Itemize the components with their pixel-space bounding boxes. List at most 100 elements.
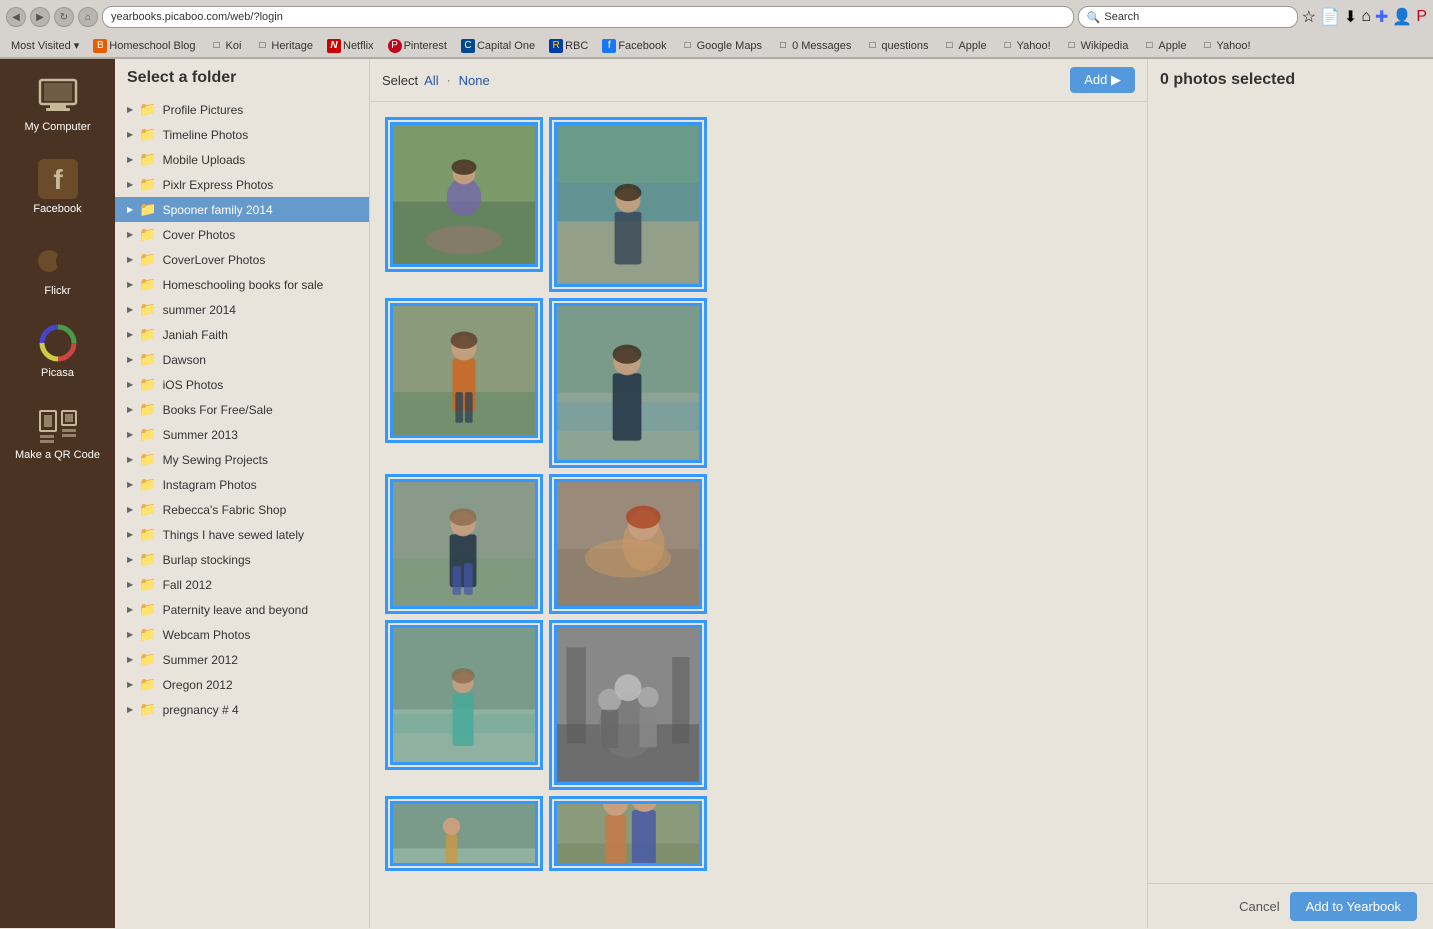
photo-thumb-3[interactable] — [390, 303, 538, 438]
photo-grid-area[interactable] — [370, 102, 1147, 928]
maps-icon: □ — [681, 39, 695, 53]
reload-button[interactable]: ↻ — [54, 7, 74, 27]
select-all-link[interactable]: All — [424, 73, 438, 88]
bookmark-yahoo[interactable]: □ Yahoo! — [996, 38, 1056, 54]
bookmark-messages[interactable]: □ 0 Messages — [771, 38, 856, 54]
add-button[interactable]: Add ▶ — [1070, 67, 1135, 93]
bookmark-apple2[interactable]: □ Apple — [1137, 38, 1191, 54]
folder-icon: 📁 — [139, 651, 156, 668]
folder-arrow: ▶ — [127, 455, 133, 464]
folder-arrow: ▶ — [127, 205, 133, 214]
select-label: Select — [382, 73, 418, 88]
bookmark-capital[interactable]: C Capital One — [456, 38, 540, 54]
folder-item-spooner[interactable]: ▶ 📁 Spooner family 2014 — [115, 197, 369, 222]
folder-item-instagram[interactable]: ▶ 📁 Instagram Photos — [115, 472, 369, 497]
home-nav-icon[interactable]: ⌂ — [1361, 8, 1371, 26]
profile-icon[interactable]: 👤 — [1392, 7, 1412, 27]
sidebar-item-facebook[interactable]: f Facebook — [0, 151, 115, 223]
bookmark-netflix[interactable]: N Netflix — [322, 38, 379, 54]
folder-item-summer2013[interactable]: ▶ 📁 Summer 2013 — [115, 422, 369, 447]
apple2-icon: □ — [1142, 39, 1156, 53]
bookmark-homeschool[interactable]: B Homeschool Blog — [88, 38, 200, 54]
folder-item-summer2012[interactable]: ▶ 📁 Summer 2012 — [115, 647, 369, 672]
bookmark-apple[interactable]: □ Apple — [937, 38, 991, 54]
messages-icon: □ — [776, 39, 790, 53]
folder-item-pregnancy[interactable]: ▶ 📁 pregnancy # 4 — [115, 697, 369, 722]
folder-label: Oregon 2012 — [163, 678, 233, 692]
bookmark-facebook[interactable]: f Facebook — [597, 38, 671, 54]
folder-arrow: ▶ — [127, 505, 133, 514]
yahoo2-icon: □ — [1201, 39, 1215, 53]
folder-icon: 📁 — [139, 676, 156, 693]
folder-item-oregon[interactable]: ▶ 📁 Oregon 2012 — [115, 672, 369, 697]
folder-item-profile[interactable]: ▶ 📁 Profile Pictures — [115, 97, 369, 122]
photo-thumb-6[interactable] — [554, 479, 702, 609]
folder-icon: 📁 — [139, 101, 156, 118]
fb-icon: f — [602, 39, 616, 53]
plus-icon[interactable]: ✚ — [1375, 7, 1388, 27]
home-button[interactable]: ⌂ — [78, 7, 98, 27]
bookmark-pinterest[interactable]: P Pinterest — [383, 38, 452, 54]
photo-thumb-9[interactable] — [390, 801, 538, 866]
photo-thumb-10[interactable] — [554, 801, 702, 866]
folder-item-pixlr[interactable]: ▶ 📁 Pixlr Express Photos — [115, 172, 369, 197]
forward-button[interactable]: ▶ — [30, 7, 50, 27]
pinterest-nav-icon[interactable]: P — [1416, 8, 1427, 26]
folder-item-cover[interactable]: ▶ 📁 Cover Photos — [115, 222, 369, 247]
bookmark-heritage[interactable]: □ Heritage — [250, 38, 318, 54]
folder-arrow: ▶ — [127, 430, 133, 439]
photo-thumb-4[interactable] — [554, 303, 702, 463]
folder-item-mobile[interactable]: ▶ 📁 Mobile Uploads — [115, 147, 369, 172]
back-button[interactable]: ◀ — [6, 7, 26, 27]
fb-label: Facebook — [618, 40, 666, 52]
cancel-button[interactable]: Cancel — [1239, 899, 1279, 914]
sidebar-item-qr-code[interactable]: Make a QR Code — [0, 397, 115, 469]
photo-thumb-5[interactable] — [390, 479, 538, 609]
my-computer-label: My Computer — [24, 121, 90, 133]
folder-arrow: ▶ — [127, 130, 133, 139]
homeschool-label: Homeschool Blog — [109, 40, 195, 52]
sidebar-item-picasa[interactable]: Picasa — [0, 315, 115, 387]
photo-thumb-8[interactable] — [554, 625, 702, 785]
bookmark-questions[interactable]: □ questions — [860, 38, 933, 54]
folder-item-homeschool[interactable]: ▶ 📁 Homeschooling books for sale — [115, 272, 369, 297]
folder-item-ios[interactable]: ▶ 📁 iOS Photos — [115, 372, 369, 397]
folder-item-fall2012[interactable]: ▶ 📁 Fall 2012 — [115, 572, 369, 597]
folder-item-paternity[interactable]: ▶ 📁 Paternity leave and beyond — [115, 597, 369, 622]
search-bar[interactable]: 🔍 Search — [1078, 6, 1298, 28]
folder-item-things[interactable]: ▶ 📁 Things I have sewed lately — [115, 522, 369, 547]
bookmark-wikipedia[interactable]: □ Wikipedia — [1060, 38, 1134, 54]
folder-item-coverlover[interactable]: ▶ 📁 CoverLover Photos — [115, 247, 369, 272]
photo-thumb-2[interactable] — [554, 122, 702, 287]
photo-thumb-1[interactable] — [390, 122, 538, 267]
bookmark-koi[interactable]: □ Koi — [205, 38, 247, 54]
folder-arrow: ▶ — [127, 355, 133, 364]
heritage-icon: □ — [255, 39, 269, 53]
select-none-link[interactable]: None — [459, 73, 490, 88]
bookmark-icon[interactable]: ☆ — [1302, 7, 1316, 27]
search-icon: 🔍 — [1087, 11, 1101, 24]
folder-item-sewing[interactable]: ▶ 📁 My Sewing Projects — [115, 447, 369, 472]
koi-icon: □ — [210, 39, 224, 53]
bookmark-most-visited[interactable]: Most Visited ▾ — [6, 38, 84, 53]
folder-item-summer2014[interactable]: ▶ 📁 summer 2014 — [115, 297, 369, 322]
folder-item-timeline[interactable]: ▶ 📁 Timeline Photos — [115, 122, 369, 147]
folder-item-janiah[interactable]: ▶ 📁 Janiah Faith — [115, 322, 369, 347]
folder-item-books[interactable]: ▶ 📁 Books For Free/Sale — [115, 397, 369, 422]
photo-thumb-7[interactable] — [390, 625, 538, 765]
folder-item-rebecca[interactable]: ▶ 📁 Rebecca's Fabric Shop — [115, 497, 369, 522]
add-to-yearbook-button[interactable]: Add to Yearbook — [1290, 892, 1417, 921]
bookmark-rbc[interactable]: R RBC — [544, 38, 593, 54]
bookmark-yahoo2[interactable]: □ Yahoo! — [1196, 38, 1256, 54]
folder-item-burlap[interactable]: ▶ 📁 Burlap stockings — [115, 547, 369, 572]
address-bar[interactable]: yearbooks.picaboo.com/web/?login — [102, 6, 1074, 28]
sidebar-item-my-computer[interactable]: My Computer — [0, 69, 115, 141]
sidebar-item-flickr[interactable]: Flickr — [0, 233, 115, 305]
folder-item-dawson[interactable]: ▶ 📁 Dawson — [115, 347, 369, 372]
yahoo-label: Yahoo! — [1017, 40, 1051, 52]
download-icon[interactable]: ⬇ — [1344, 7, 1357, 27]
bookmark-maps[interactable]: □ Google Maps — [676, 38, 767, 54]
folder-icon: 📁 — [139, 351, 156, 368]
folder-item-webcam[interactable]: ▶ 📁 Webcam Photos — [115, 622, 369, 647]
reader-icon[interactable]: 📄 — [1320, 7, 1340, 27]
